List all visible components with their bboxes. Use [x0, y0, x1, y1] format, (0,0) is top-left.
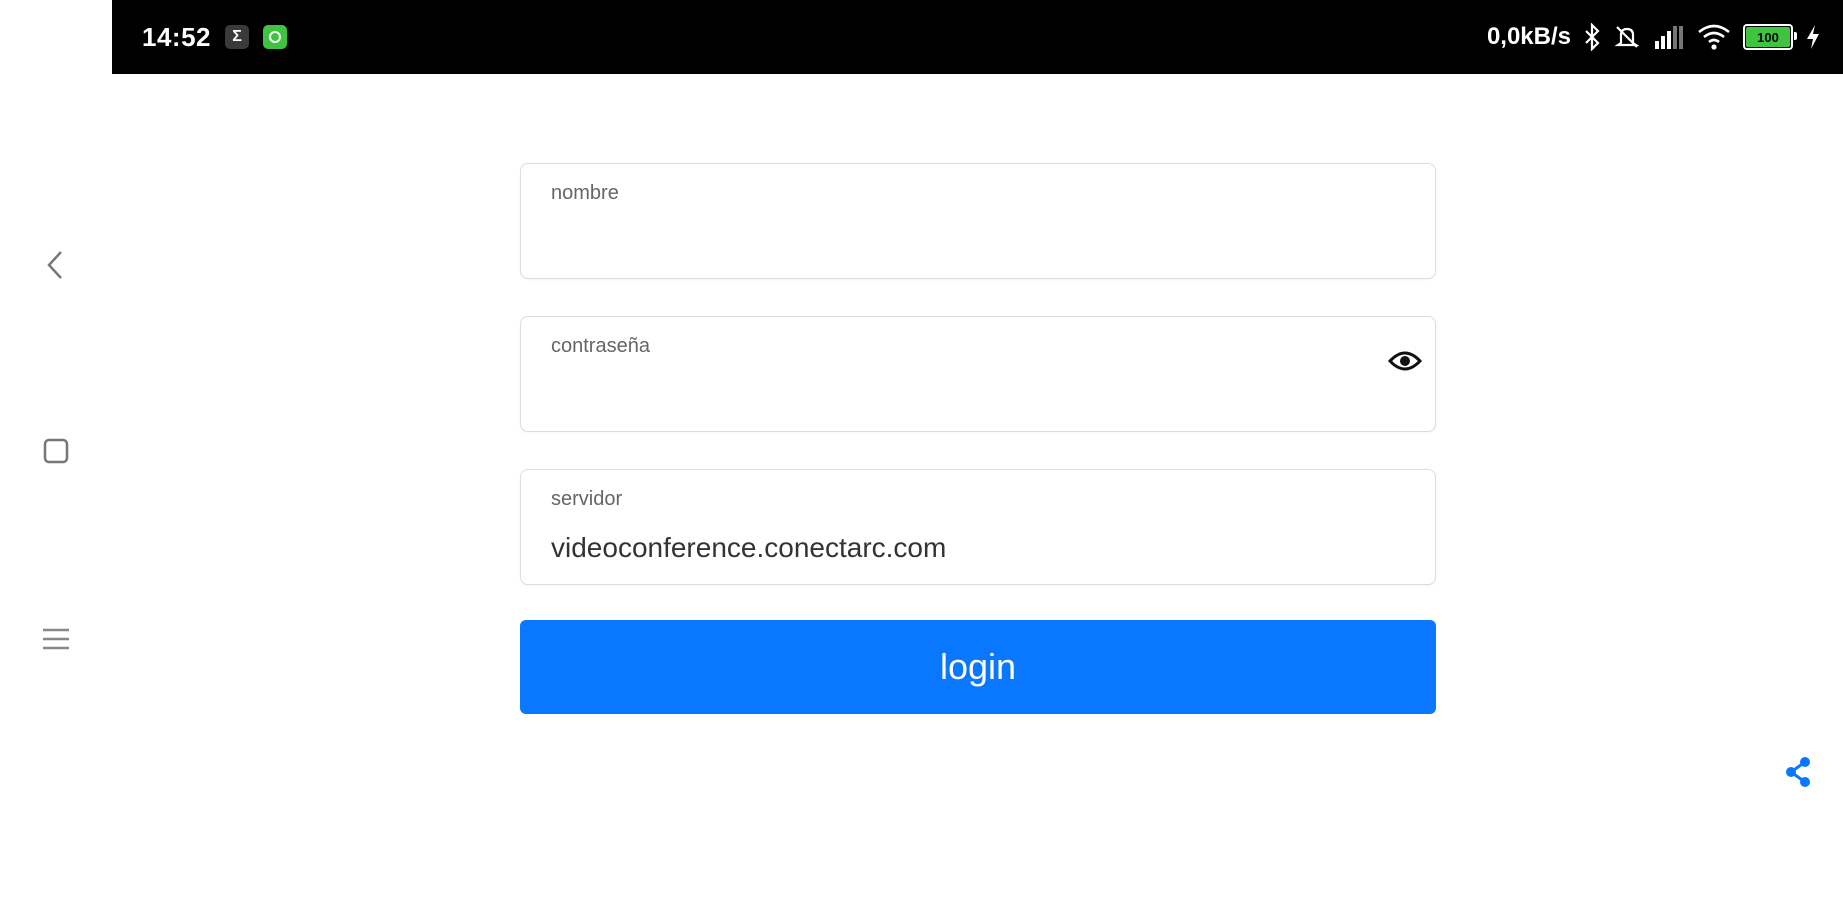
signal-icon [1655, 26, 1683, 49]
share-button[interactable] [1778, 752, 1818, 792]
server-label: servidor [551, 488, 623, 510]
password-field-container: contraseña [520, 316, 1436, 432]
navigation-bar [0, 0, 112, 900]
eye-icon [1388, 351, 1422, 371]
square-icon [43, 438, 69, 464]
bluetooth-icon [1585, 23, 1600, 51]
name-field-container: nombre [520, 163, 1436, 279]
back-button[interactable] [36, 245, 76, 285]
status-bar: 14:52 Σ 0,0kB/s 100 [112, 0, 1843, 74]
charging-icon [1807, 25, 1819, 49]
wifi-icon [1698, 24, 1730, 50]
menu-icon [43, 628, 69, 650]
password-input[interactable] [551, 375, 1371, 415]
sigma-icon: Σ [225, 25, 249, 49]
network-speed: 0,0kB/s [1486, 23, 1571, 50]
name-input[interactable] [551, 222, 1371, 262]
login-form: nombre contraseña servidor login [520, 163, 1436, 714]
login-button[interactable]: login [520, 620, 1436, 714]
app-notification-icon [263, 25, 287, 49]
name-label: nombre [551, 182, 619, 204]
chevron-left-icon [47, 251, 62, 279]
server-input[interactable] [551, 528, 1371, 568]
home-button[interactable] [36, 431, 76, 471]
clock: 14:52 [142, 21, 211, 52]
server-field-container: servidor [520, 469, 1436, 585]
share-icon [1786, 757, 1810, 787]
battery-level: 100 [1746, 27, 1790, 47]
mute-icon [1614, 26, 1640, 48]
show-password-toggle[interactable] [1385, 341, 1425, 381]
recent-apps-button[interactable] [36, 619, 76, 659]
battery-icon: 100 [1743, 24, 1797, 50]
password-label: contraseña [551, 335, 650, 357]
